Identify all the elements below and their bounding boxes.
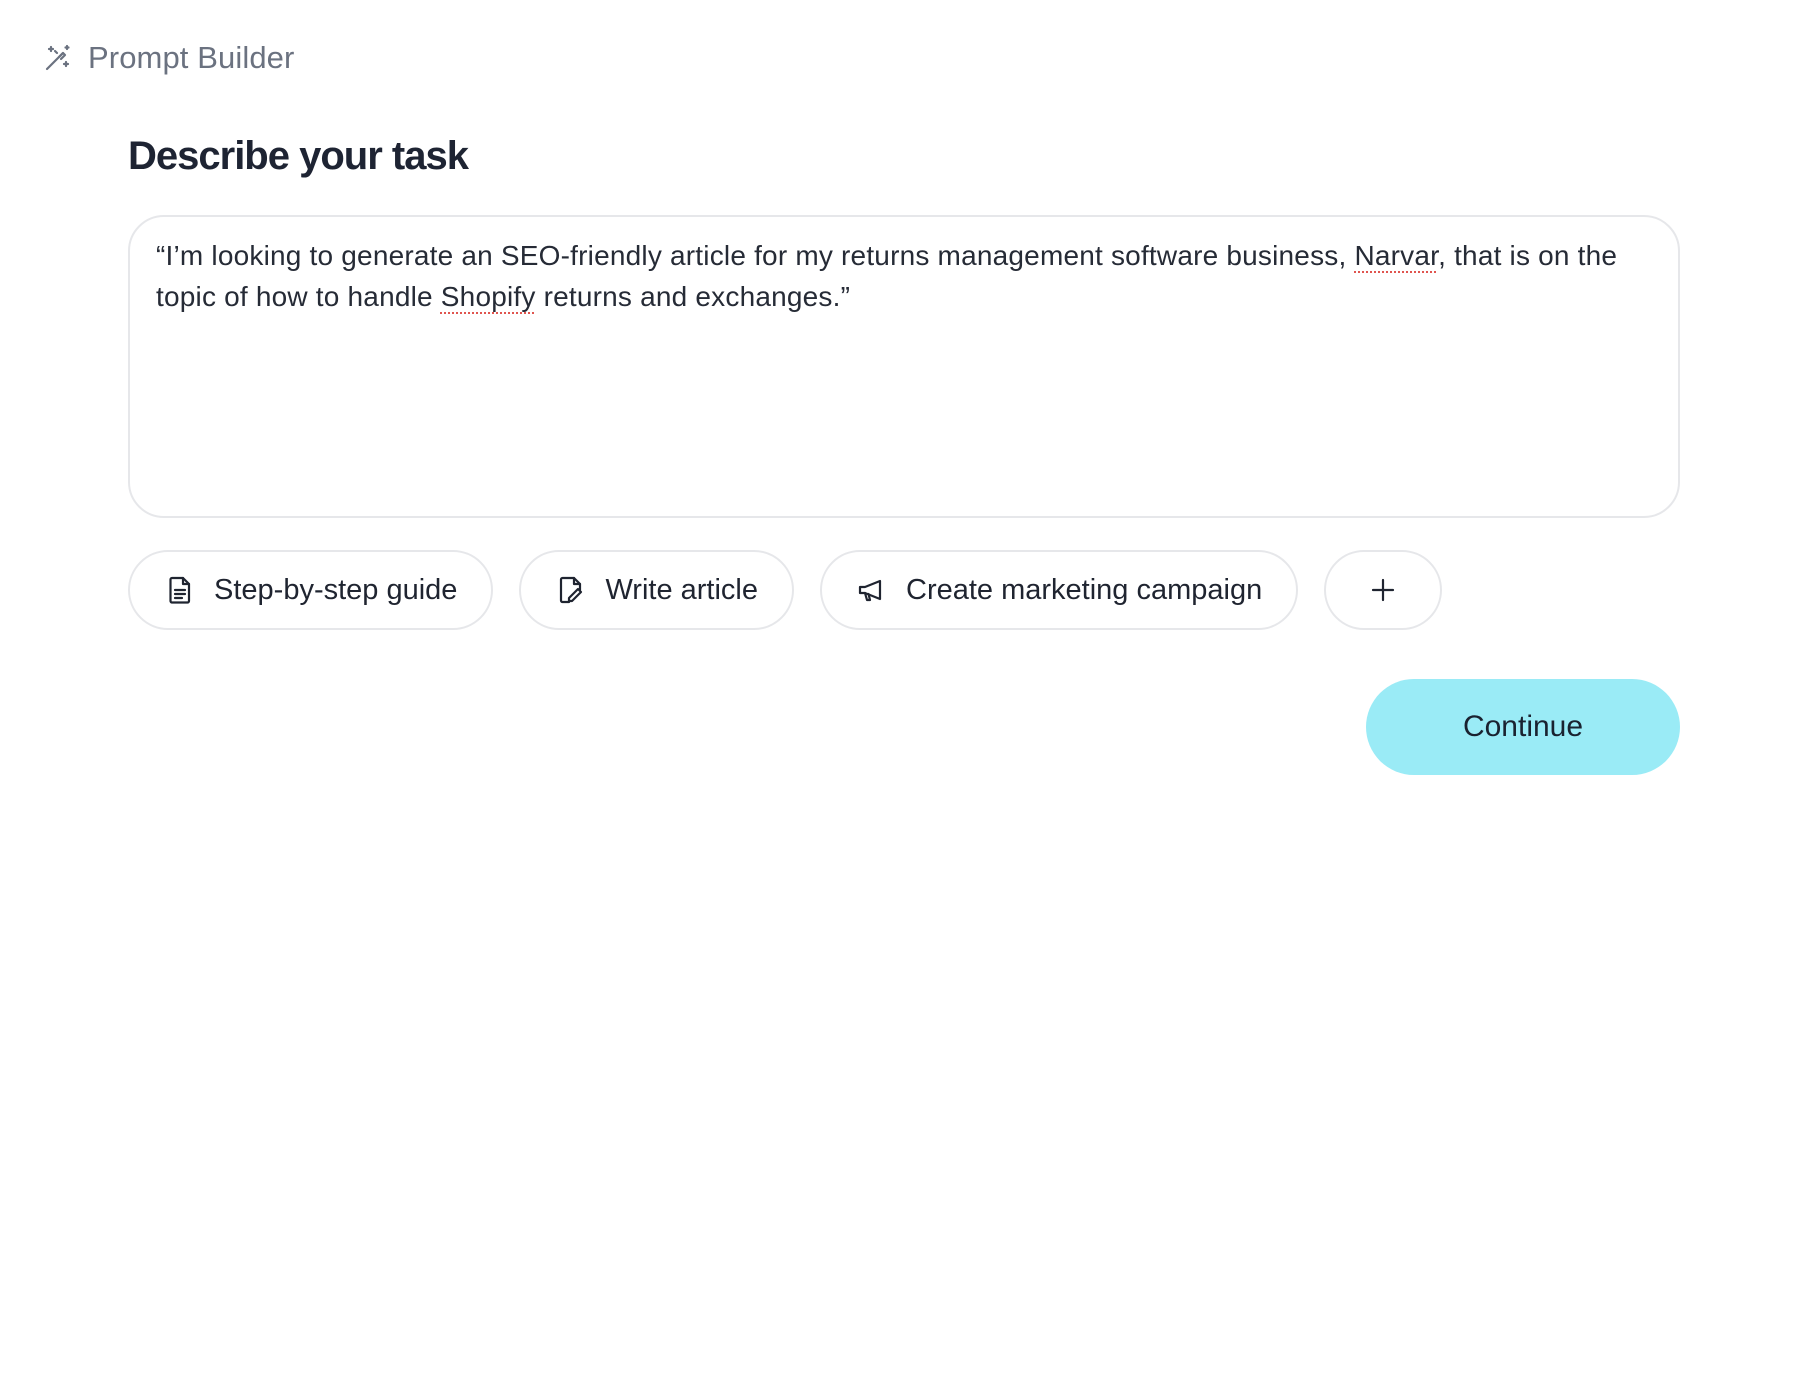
main-content: Describe your task “I’m looking to gener…: [128, 134, 1680, 775]
misspelled-word: Narvar: [1354, 240, 1439, 271]
magic-wand-icon: [42, 42, 74, 74]
task-description-textarea[interactable]: “I’m looking to generate an SEO-friendly…: [128, 215, 1680, 518]
task-text-part: returns and exchanges.”: [535, 281, 851, 312]
app-root: Prompt Builder Describe your task “I’m l…: [0, 0, 1810, 1376]
chip-label: Write article: [605, 573, 758, 606]
task-text-part: “I’m looking to generate an SEO-friendly…: [156, 240, 1355, 271]
continue-button[interactable]: Continue: [1366, 679, 1680, 775]
chip-label: Step-by-step guide: [214, 573, 458, 606]
actions-row: Continue: [128, 679, 1680, 775]
page-title: Describe your task: [128, 134, 469, 178]
document-pen-icon: [555, 574, 587, 606]
document-icon: [164, 574, 196, 606]
app-title: Prompt Builder: [88, 40, 295, 75]
create-marketing-campaign-chip[interactable]: Create marketing campaign: [820, 550, 1299, 630]
chip-label: Create marketing campaign: [906, 573, 1263, 606]
misspelled-word: Shopify: [440, 281, 536, 312]
template-chips: Step-by-step guide Write article Create …: [128, 550, 1680, 630]
plus-icon: [1367, 574, 1399, 606]
add-template-button[interactable]: [1324, 550, 1443, 630]
write-article-chip[interactable]: Write article: [519, 550, 794, 630]
header: Prompt Builder: [42, 40, 294, 76]
step-by-step-guide-chip[interactable]: Step-by-step guide: [128, 550, 494, 630]
megaphone-icon: [856, 574, 888, 606]
